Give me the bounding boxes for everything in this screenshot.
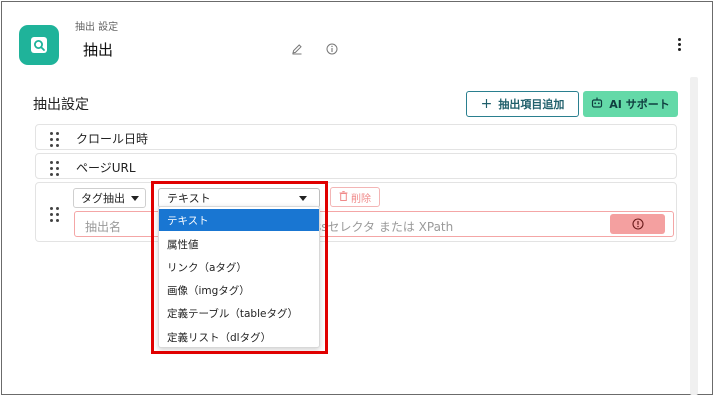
- plus-icon: +: [480, 96, 493, 112]
- chevron-down-icon: [131, 195, 139, 201]
- tag-extraction-select[interactable]: タグ抽出: [73, 188, 146, 208]
- name-placeholder: 抽出名: [85, 220, 122, 234]
- robot-icon: [591, 97, 603, 111]
- add-extraction-item-button[interactable]: + 抽出項目追加: [466, 91, 579, 117]
- drag-handle-icon[interactable]: [50, 207, 59, 222]
- add-button-label: 抽出項目追加: [498, 98, 565, 111]
- page-title: 抽出: [83, 41, 114, 59]
- list-item[interactable]: クロール日時: [35, 124, 677, 150]
- app-window: 抽出 設定 抽出 抽出設定 + 抽出項目追加 AI サポート クロール日時 ペー…: [1, 1, 713, 395]
- search-document-icon: [19, 25, 59, 65]
- scrollbar[interactable]: [690, 77, 698, 395]
- trash-icon: [339, 190, 348, 204]
- breadcrumb: 抽出 設定: [75, 22, 119, 33]
- drag-handle-icon[interactable]: [50, 161, 59, 176]
- ai-button-label: AI サポート: [609, 98, 670, 111]
- annotation-highlight-box: [151, 181, 328, 354]
- selector-placeholder: ssセレクタ または XPath: [315, 220, 454, 234]
- more-options-icon[interactable]: [672, 34, 686, 54]
- tag-select-value: タグ抽出: [81, 192, 125, 205]
- edit-icon[interactable]: [290, 42, 304, 56]
- delete-button[interactable]: 削除: [330, 187, 380, 207]
- delete-button-label: 削除: [351, 193, 371, 205]
- item-label: ページURL: [76, 161, 136, 175]
- alert-circle-icon: [631, 218, 644, 230]
- section-title: 抽出設定: [33, 97, 89, 113]
- drag-handle-icon[interactable]: [50, 132, 59, 147]
- list-item[interactable]: ページURL: [35, 153, 677, 179]
- info-icon[interactable]: [325, 42, 339, 56]
- ai-support-button[interactable]: AI サポート: [583, 91, 678, 117]
- error-button[interactable]: [610, 214, 665, 234]
- item-label: クロール日時: [76, 132, 149, 146]
